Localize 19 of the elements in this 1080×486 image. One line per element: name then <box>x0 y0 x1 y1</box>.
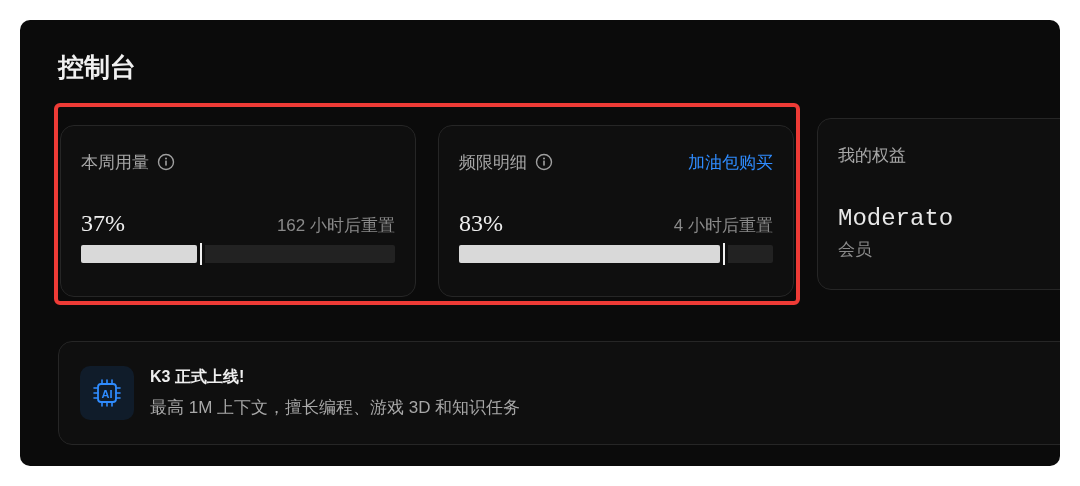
buy-link[interactable]: 加油包购买 <box>688 150 773 174</box>
ai-chip-icon: AI <box>80 366 134 420</box>
card-title: 频限明细 <box>459 151 527 174</box>
info-icon[interactable] <box>535 153 553 171</box>
plan-type: 会员 <box>838 239 873 261</box>
announcement-banner[interactable]: AI K3 正式上线! 最高 1M 上下文，擅长编程、游戏 3D 和知识任务 <box>58 341 1060 445</box>
banner-text: 最高 1M 上下文，擅长编程、游戏 3D 和知识任务 <box>150 397 521 419</box>
plan-name: Moderato <box>838 205 955 232</box>
usage-percent: 83% <box>459 210 503 237</box>
banner-title: K3 正式上线! <box>150 367 246 387</box>
usage-percent: 37% <box>81 210 125 237</box>
info-icon[interactable] <box>157 153 175 171</box>
reset-time: 4 小时后重置 <box>673 215 773 237</box>
card-title: 我的权益 <box>838 144 906 167</box>
reset-time: 162 小时后重置 <box>276 215 395 237</box>
bar-marker <box>200 243 203 265</box>
card-title: 本周用量 <box>81 151 149 174</box>
bar-marker <box>722 243 725 265</box>
page-title: 控制台 <box>58 51 137 84</box>
